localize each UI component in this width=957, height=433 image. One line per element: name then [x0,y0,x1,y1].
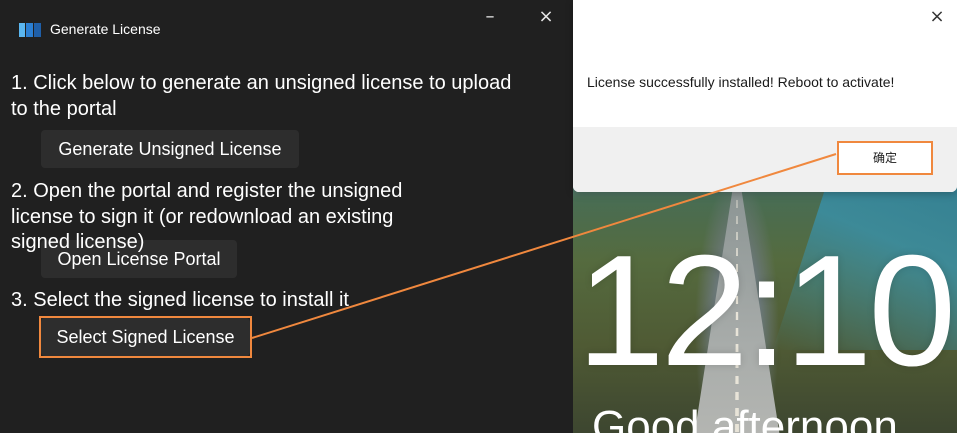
lockscreen-clock: 12:10 [576,223,956,399]
window-title: Generate License [50,21,161,37]
select-button-highlight [39,316,252,358]
lockscreen-greeting: Good afternoon [592,402,898,433]
app-logo-icon [19,23,41,37]
step-2-line-1: 2. Open the portal and register the unsi… [11,180,403,202]
generate-unsigned-license-button[interactable]: Generate Unsigned License [41,130,299,168]
minimize-icon: – [485,6,495,27]
title-bar[interactable]: Generate License – × [0,0,573,40]
close-icon: × [929,6,945,27]
generate-license-window: Generate License – × 1. Click below to g… [0,0,573,433]
step-3-line-1: 3. Select the signed license to install … [11,289,349,311]
close-button[interactable]: × [530,6,562,30]
ok-button[interactable]: 确定 [837,141,933,175]
license-installed-dialog: × License successfully installed! Reboot… [573,0,957,192]
step-2-line-2: license to sign it (or redownload an exi… [11,206,394,228]
step-1-line-1: 1. Click below to generate an unsigned l… [11,72,512,94]
step-2-line-3: signed license) [11,231,145,253]
dialog-message: License successfully installed! Reboot t… [587,74,895,90]
step-1-line-2: to the portal [11,98,117,120]
dialog-close-button[interactable]: × [927,8,947,26]
minimize-button[interactable]: – [474,6,506,30]
close-icon: × [538,6,554,27]
